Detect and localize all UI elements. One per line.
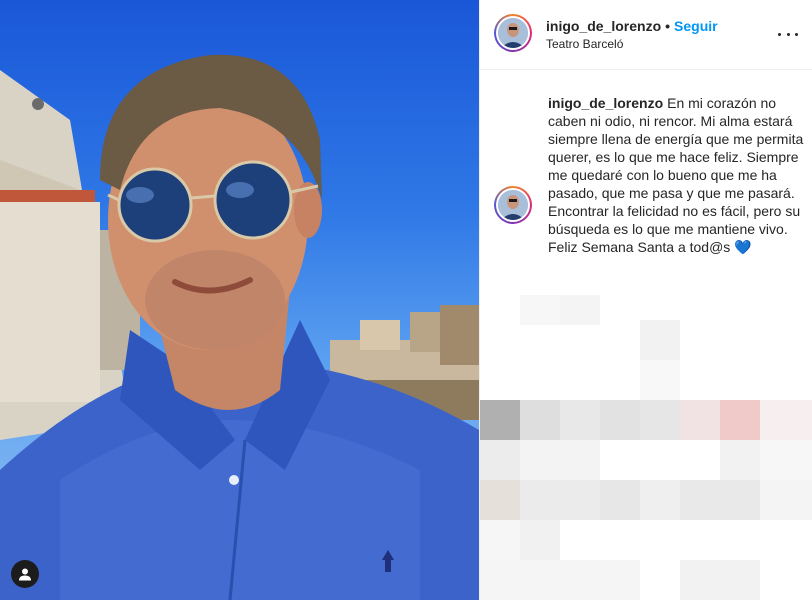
user-tag-icon: [19, 568, 31, 581]
more-options-icon[interactable]: [778, 26, 798, 42]
selfie-illustration: [0, 54, 479, 600]
caption-username[interactable]: inigo_de_lorenzo: [548, 95, 663, 111]
post-sidebar: inigo_de_lorenzo•Seguir Teatro Barceló: [479, 0, 812, 600]
blue-heart-emoji: 💙: [734, 239, 752, 255]
caption-line-3: Feliz Semana Santa a tod@s: [548, 239, 731, 255]
location-link[interactable]: Teatro Barceló: [546, 37, 718, 51]
avatar-photo: [498, 18, 528, 48]
post-header: inigo_de_lorenzo • Seguir Teatro Barceló: [480, 0, 812, 70]
pixelated-comments-area: [480, 290, 812, 600]
caption-text: inigo_de_lorenzo En mi corazón no caben n…: [548, 94, 806, 256]
caption-line-2: Encontrar la felicidad no es fácil, pero…: [548, 203, 801, 237]
caption-avatar[interactable]: [494, 186, 532, 224]
user-tag-button[interactable]: [11, 560, 39, 588]
follow-button[interactable]: Seguir: [674, 18, 718, 34]
avatar-photo: [498, 190, 528, 220]
separator-dot: •: [665, 18, 671, 34]
avatar[interactable]: [494, 14, 532, 52]
post-photo[interactable]: [0, 0, 479, 600]
header-username[interactable]: inigo_de_lorenzo: [546, 18, 661, 34]
